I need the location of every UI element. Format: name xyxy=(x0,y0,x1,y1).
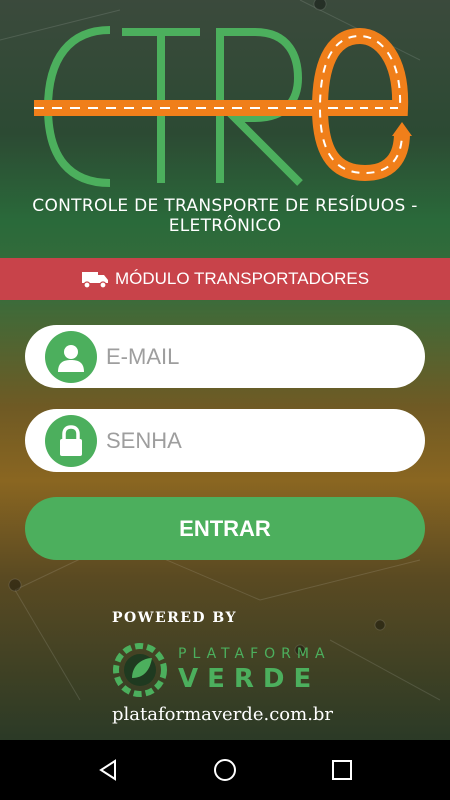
lock-icon xyxy=(45,414,97,467)
recents-icon[interactable] xyxy=(322,750,362,790)
brand-line2: VERDE xyxy=(178,664,321,694)
back-icon[interactable] xyxy=(88,750,128,790)
truck-icon xyxy=(81,272,108,289)
email-input[interactable] xyxy=(106,343,386,370)
module-banner: MÓDULO TRANSPORTADORES xyxy=(0,258,450,300)
home-icon[interactable] xyxy=(205,750,245,790)
password-field[interactable] xyxy=(25,409,425,472)
password-input[interactable] xyxy=(106,427,386,454)
login-button[interactable]: ENTRAR xyxy=(25,497,425,560)
user-icon xyxy=(45,330,97,383)
brand-line1: PLATAFORMA xyxy=(178,646,331,662)
module-label: MÓDULO TRANSPORTADORES xyxy=(114,269,370,288)
powered-by-label: POWERED BY xyxy=(112,610,238,626)
email-field[interactable] xyxy=(25,325,425,388)
ctre-logo xyxy=(34,26,412,187)
app-subtitle: CONTROLE DE TRANSPORTE DE RESÍDUOS - ELE… xyxy=(32,196,418,236)
brand-url: plataformaverde.com.br xyxy=(112,704,334,725)
android-navbar xyxy=(0,740,450,800)
